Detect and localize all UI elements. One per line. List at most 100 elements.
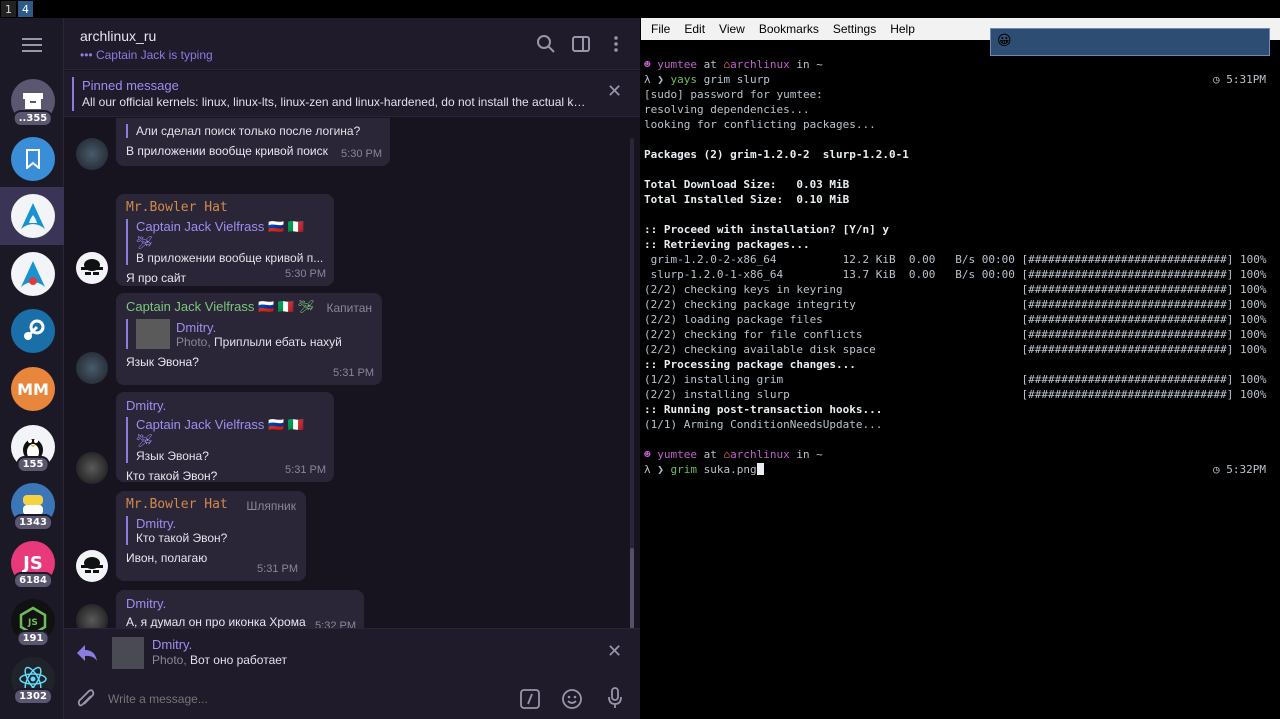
chat-avatar-archlinux[interactable] [11,194,55,238]
user-avatar[interactable] [76,550,108,582]
more-options-icon[interactable] [606,34,626,54]
chat-title[interactable]: archlinux_ru [80,28,156,44]
reply-quote[interactable]: Captain Jack Vielfrass 🇷🇺 🇮🇹 🛩 В приложе… [126,219,324,265]
chat-avatar-nodejs[interactable]: JS 191 [11,599,55,647]
reply-text: В приложении вообще кривой п... [136,251,324,265]
menu-icon[interactable] [22,38,42,52]
reply-photo-thumbnail [112,637,144,669]
menu-settings[interactable]: Settings [833,22,876,36]
output-line: resolving dependencies... [644,103,810,116]
output-line: Total Installed Size: 0.10 MiB [644,193,850,206]
chat-avatar-linux[interactable]: 155 [11,425,55,473]
attach-icon[interactable] [76,688,96,710]
message-time: 5:31 PM [285,464,326,476]
command-line[interactable]: λ ❯ grim suka.png [644,463,764,476]
prompt-line: ☻ yumtee at ⌂archlinux in ~ [644,448,823,461]
user-avatar[interactable] [76,138,108,170]
chat-header: archlinux_ru ••• Captain Jack is typing [64,18,640,70]
sender-name[interactable]: Dmitry. [126,398,324,413]
command-line: λ ❯ yays grim slurp [644,73,770,86]
pinned-accent-bar [72,77,74,111]
user-avatar[interactable] [76,604,108,628]
output-line: :: Processing package changes... [644,358,856,371]
unread-badge: 6184 [13,572,53,589]
chat-avatar-react[interactable]: 1302 [11,657,55,705]
output-line: (2/2) installing slurp [################… [644,388,1267,401]
reply-quote[interactable]: Али сделал поиск только после логина? [126,124,380,138]
message-time: 5:30 PM [285,268,326,280]
output-line: Total Download Size: 0.03 MiB [644,178,850,191]
telegram-window: ..355 MM 155 1343 JS 6184 JS 191 1302 ar… [0,18,640,719]
reply-quote[interactable]: Dmitry. Photo, Приплыли ебать нахуй [126,319,372,349]
cancel-reply-icon[interactable]: ✕ [607,641,622,662]
chat-avatar-js[interactable]: JS 6184 [11,541,55,589]
message-time: 5:30 PM [341,148,382,160]
sidebar-toggle-icon[interactable] [571,34,591,54]
unread-badge: 191 [16,630,50,647]
avatar-logo: JS [23,552,43,574]
sender-name[interactable]: Dmitry. [126,596,354,611]
scrollbar-thumb[interactable] [630,548,634,636]
message-time: 5:31 PM [333,367,374,379]
menu-view[interactable]: View [719,22,745,36]
user-avatar[interactable] [76,252,108,284]
message-scrollbar[interactable] [630,138,634,638]
search-icon[interactable] [536,34,556,54]
bowler-hat-avatar-icon [81,259,103,275]
chat-avatar-saved[interactable] [11,137,55,181]
chat-avatar-python[interactable]: 1343 [11,483,55,531]
member-tag: Шляпник [246,499,296,513]
output-line: (2/2) checking available disk space [###… [644,343,1267,356]
output-line: (2/2) checking package integrity [######… [644,298,1267,311]
output-line: Packages (2) grim-1.2.0-2 slurp-1.2.0-1 [644,148,909,161]
reply-photo-thumbnail [136,319,170,349]
chat-avatar-arch-2[interactable] [11,252,55,296]
sender-name[interactable]: Mr.Bowler Hat [126,200,324,215]
avatar-initials: MM [17,379,49,399]
output-line: (1/1) Arming ConditionNeedsUpdate... [644,418,883,431]
pinned-title: Pinned message [82,78,179,93]
chat-avatar-steam[interactable] [11,309,55,353]
message-time: 5:31 PM [257,563,298,575]
bowler-hat-avatar-icon [81,557,103,573]
steam-icon [24,319,45,340]
archlinux-logo-icon [21,203,45,229]
reply-arrow-icon [77,645,97,661]
emoji-icon[interactable] [561,688,583,710]
user-avatar[interactable] [76,452,108,484]
bot-commands-icon[interactable] [519,688,541,710]
pinned-message-bar[interactable]: Pinned message All our official kernels:… [64,71,640,117]
workspace-1[interactable]: 1 [1,1,16,17]
pinned-text: All our official kernels: linux, linux-l… [82,95,592,109]
output-line: (1/2) installing grim [#################… [644,373,1267,386]
chat-avatar-mm[interactable]: MM [11,367,55,411]
reply-quote[interactable]: Dmitry. Кто такой Эвон? [126,516,296,545]
menu-edit[interactable]: Edit [684,22,705,36]
message-bubble: Dmitry. А, я думал он про иконка Хрома 5… [116,590,364,628]
reply-name: Captain Jack Vielfrass 🇷🇺 🇮🇹 🛩 [136,417,304,448]
reply-name: Captain Jack Vielfrass 🇷🇺 🇮🇹 🛩 [136,219,304,250]
menu-file[interactable]: File [651,22,670,36]
reply-media-label: Photo, [176,334,215,349]
command-time: ◷ 5:31PM [1213,73,1266,86]
reply-quote[interactable]: Captain Jack Vielfrass 🇷🇺 🇮🇹 🛩 Язык Эвон… [126,417,324,463]
menu-help[interactable]: Help [890,22,915,36]
compose-bar [64,678,640,719]
output-line: looking for conflicting packages... [644,118,876,131]
notification-popup[interactable]: 😀 [990,28,1270,56]
reply-text: Али сделал поиск только после логина? [136,124,361,138]
output-line: slurp-1.2.0-1-x86_64 13.7 KiB 0.00 B/s 0… [644,268,1267,281]
unread-badge: ..355 [12,110,54,127]
reply-name: Dmitry. [136,516,177,531]
emoji-icon: 😀 [997,33,1012,49]
menu-bookmarks[interactable]: Bookmarks [759,22,819,36]
chat-avatar-archive[interactable]: ..355 [11,79,55,127]
microphone-icon[interactable] [606,686,624,710]
text-cursor [756,463,764,475]
output-line: (2/2) checking keys in keyring [########… [644,283,1267,296]
chat-rail: ..355 MM 155 1343 JS 6184 JS 191 1302 [0,18,64,719]
user-avatar[interactable] [76,352,108,384]
close-pinned-icon[interactable]: ✕ [607,81,622,102]
message-input[interactable] [108,688,488,710]
workspace-4[interactable]: 4 [18,1,33,17]
